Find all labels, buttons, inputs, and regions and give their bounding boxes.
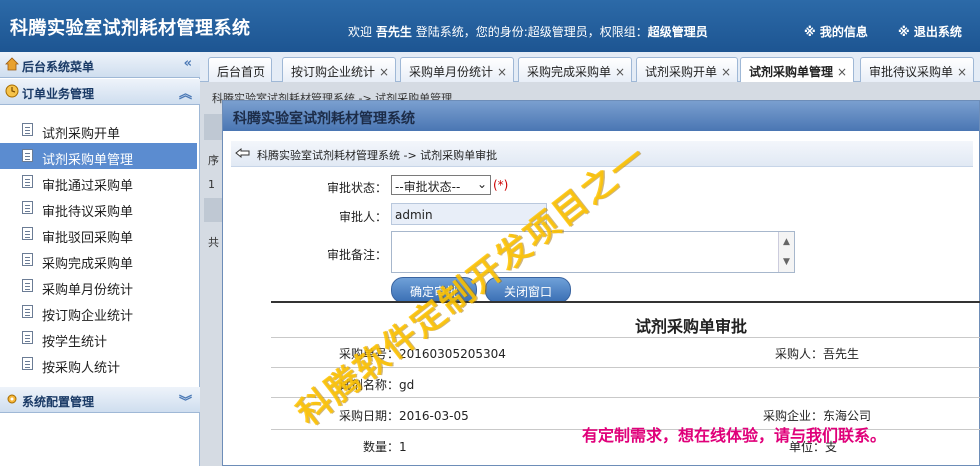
close-tab-icon[interactable]: × bbox=[497, 65, 507, 79]
scrollbar[interactable]: ▲ ▼ bbox=[778, 232, 794, 272]
sidebar-item-label: 审批驳回采购单 bbox=[42, 231, 134, 246]
sidebar-item-label: 按采购人统计 bbox=[42, 361, 121, 376]
collapse-sidebar-icon[interactable]: « bbox=[184, 56, 192, 71]
document-icon bbox=[22, 201, 33, 214]
tab-label: 采购完成采购单 bbox=[527, 65, 612, 79]
close-tab-icon[interactable]: × bbox=[957, 65, 967, 79]
hand-pointer-icon bbox=[235, 147, 250, 159]
background-row-band bbox=[204, 198, 222, 222]
config-panel-header[interactable]: 系统配置管理 ︾ bbox=[0, 387, 200, 413]
dialog-title: 科腾实验室试剂耗材管理系统 bbox=[233, 111, 415, 127]
close-tab-icon[interactable]: × bbox=[615, 65, 625, 79]
divider bbox=[271, 301, 980, 303]
chevron-down-icon: ⌄ bbox=[476, 177, 487, 191]
close-tab-icon[interactable]: × bbox=[721, 65, 731, 79]
tab[interactable]: 试剂采购开单 × bbox=[636, 57, 739, 82]
dialog-title-bar[interactable]: 科腾实验室试剂耗材管理系统 bbox=[223, 101, 979, 131]
remark-label: 审批备注： bbox=[326, 248, 387, 262]
sidebar: 后台系统菜单 « 订单业务管理 ︽ 试剂采购开单 试剂采购单管理 审批通过采购单 审批… bbox=[0, 52, 200, 466]
status-select-value: --审批状态-- bbox=[395, 180, 461, 194]
home-icon bbox=[5, 57, 19, 71]
sidebar-item[interactable]: 试剂采购开单 bbox=[0, 117, 197, 143]
order-panel-label: 订单业务管理 bbox=[22, 87, 95, 101]
dialog-breadcrumb-text: 科腾实验室试剂耗材管理系统 -> 试剂采购单审批 bbox=[257, 149, 498, 162]
my-info-link[interactable]: ※ 我的信息 bbox=[804, 23, 868, 40]
document-icon bbox=[22, 357, 33, 370]
sidebar-item[interactable]: 试剂采购单管理 bbox=[0, 143, 197, 169]
sidebar-item-label: 采购完成采购单 bbox=[42, 257, 134, 272]
report-title: 试剂采购单审批 bbox=[635, 317, 748, 336]
sidebar-item-label: 试剂采购单管理 bbox=[42, 153, 134, 168]
sidebar-item-label: 采购单月份统计 bbox=[42, 283, 134, 298]
app-header: 科腾实验室试剂耗材管理系统 欢迎 吾先生 登陆系统，您的身份:超级管理员，权限组… bbox=[0, 0, 980, 52]
order-panel-header[interactable]: 订单业务管理 ︽ bbox=[0, 79, 200, 105]
tab-label: 按订购企业统计 bbox=[291, 65, 376, 79]
tab-label: 采购单月份统计 bbox=[409, 65, 494, 79]
sidebar-item-label: 审批通过采购单 bbox=[42, 179, 134, 194]
tab[interactable]: 试剂采购单管理 × bbox=[740, 57, 855, 83]
tab[interactable]: 审批待议采购单 × bbox=[860, 57, 975, 82]
sidebar-item[interactable]: 审批驳回采购单 bbox=[0, 221, 197, 247]
tab-label: 试剂采购单管理 bbox=[749, 65, 834, 79]
clock-icon bbox=[5, 84, 19, 98]
document-icon bbox=[22, 227, 33, 240]
tab[interactable]: 采购完成采购单 × bbox=[518, 57, 633, 82]
config-panel-label: 系统配置管理 bbox=[22, 395, 95, 409]
welcome-suffix: 登陆系统，您的身份:超级管理员，权限组： bbox=[415, 25, 648, 39]
user-name: 吾先生 bbox=[375, 25, 412, 39]
document-icon bbox=[22, 123, 33, 136]
close-tab-icon[interactable]: × bbox=[379, 65, 389, 79]
welcome-text: 欢迎 吾先生 登陆系统，您的身份:超级管理员，权限组：超级管理员 bbox=[348, 23, 708, 40]
sidebar-item[interactable]: 审批待议采购单 bbox=[0, 195, 197, 221]
tab[interactable]: 按订购企业统计 × bbox=[282, 57, 397, 82]
sidebar-item[interactable]: 按学生统计 bbox=[0, 325, 197, 351]
purchase-date: 采购日期：2016-03-05 bbox=[339, 409, 469, 423]
tab[interactable]: 采购单月份统计 × bbox=[400, 57, 515, 82]
logout-link[interactable]: ※ 退出系统 bbox=[898, 23, 962, 40]
promo-text: 有定制需求，想在线体验，请与我们联系。 bbox=[582, 426, 887, 445]
document-icon bbox=[22, 279, 33, 292]
chevron-down-icon[interactable]: ︾ bbox=[179, 391, 192, 410]
sidebar-top-panel-label: 后台系统菜单 bbox=[22, 60, 95, 74]
sidebar-item[interactable]: 按采购人统计 bbox=[0, 351, 197, 377]
sidebar-item-label: 试剂采购开单 bbox=[42, 127, 121, 142]
welcome-prefix: 欢迎 bbox=[348, 25, 373, 39]
sidebar-item-label: 按订购企业统计 bbox=[42, 309, 134, 324]
background-row: 1 bbox=[208, 178, 215, 191]
required-mark: (*) bbox=[493, 178, 509, 192]
sidebar-item[interactable]: 按订购企业统计 bbox=[0, 299, 197, 325]
document-icon bbox=[22, 253, 33, 266]
background-toolbar bbox=[204, 114, 222, 140]
tab-bar: 后台首页 按订购企业统计 × 采购单月份统计 × 采购完成采购单 × 试剂采购开单 × 试剂采购单… bbox=[200, 52, 980, 83]
tab-label: 试剂采购开单 bbox=[645, 65, 718, 79]
sidebar-item-label: 按学生统计 bbox=[42, 335, 108, 350]
background-col-head: 序 bbox=[208, 154, 219, 167]
tab[interactable]: 后台首页 bbox=[208, 57, 273, 82]
sidebar-top-panel: 后台系统菜单 « bbox=[0, 52, 200, 78]
sidebar-item[interactable]: 审批通过采购单 bbox=[0, 169, 197, 195]
background-footer: 共 bbox=[208, 236, 219, 249]
user-group: 超级管理员 bbox=[647, 25, 708, 39]
document-icon bbox=[22, 305, 33, 318]
status-select[interactable]: --审批状态-- ⌄ bbox=[391, 175, 491, 195]
status-label: 审批状态： bbox=[326, 181, 387, 195]
sidebar-item[interactable]: 采购完成采购单 bbox=[0, 247, 197, 273]
approver-label: 审批人： bbox=[338, 210, 387, 224]
tab-label: 审批待议采购单 bbox=[869, 65, 954, 79]
chevron-up-icon[interactable]: ︽ bbox=[179, 83, 192, 102]
sidebar-item[interactable]: 采购单月份统计 bbox=[0, 273, 197, 299]
quantity: 数量：1 bbox=[363, 440, 407, 454]
purchaser: 采购人：吾先生 bbox=[775, 347, 860, 361]
app-title: 科腾实验室试剂耗材管理系统 bbox=[10, 18, 251, 39]
sidebar-item-label: 审批待议采购单 bbox=[42, 205, 134, 220]
document-icon bbox=[22, 331, 33, 344]
document-icon bbox=[22, 149, 33, 162]
tab-label: 后台首页 bbox=[217, 65, 266, 79]
report-divider bbox=[271, 397, 980, 398]
gear-icon bbox=[7, 394, 17, 404]
document-icon bbox=[22, 175, 33, 188]
close-tab-icon[interactable]: × bbox=[837, 65, 847, 79]
